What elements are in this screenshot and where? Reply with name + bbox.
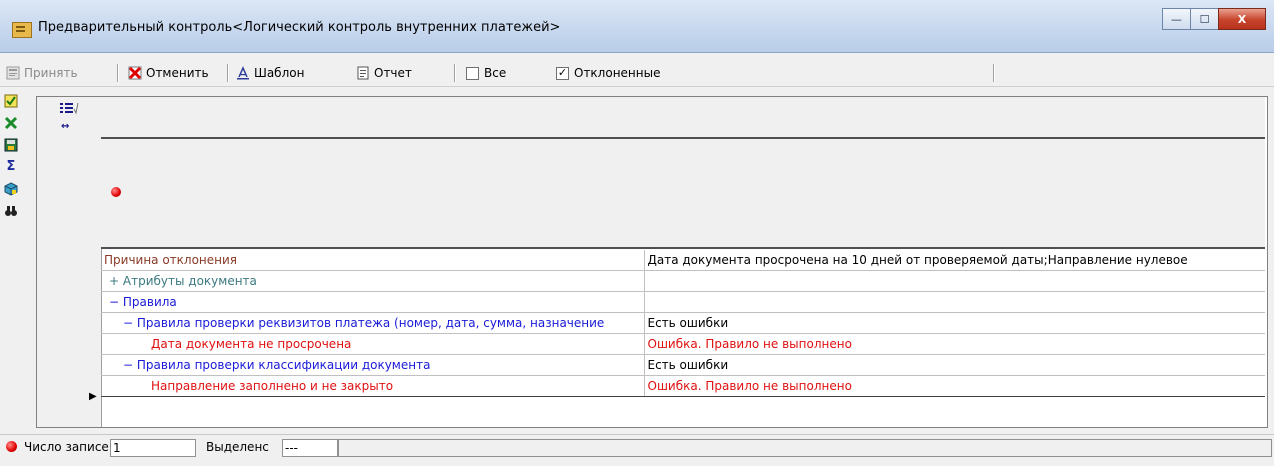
rejected-checkbox-box[interactable]: ✓: [556, 66, 569, 80]
collapse-icon[interactable]: −: [109, 295, 123, 309]
all-checkbox[interactable]: Все: [466, 64, 506, 82]
row-label: Дата документа не просрочена: [101, 333, 645, 355]
table-row-selected[interactable]: Направление заполнено и не закрыто Ошибк…: [101, 375, 1265, 397]
table-row[interactable]: Причина отклонения Дата документа просро…: [101, 250, 1265, 271]
row-label-cell: − Правила проверки реквизитов платежа (н…: [101, 312, 645, 334]
accept-label: Принять: [24, 66, 78, 80]
table-row[interactable]: + Атрибуты документа: [101, 270, 1265, 292]
accept-icon: [6, 66, 20, 80]
red-x-icon: [128, 66, 142, 80]
expand-icon[interactable]: +: [109, 274, 123, 288]
title-bar: Предварительный контроль<Логический конт…: [0, 0, 1274, 53]
close-icon: X: [1237, 12, 1247, 26]
expand-columns-icon[interactable]: ↔: [61, 121, 69, 132]
status-error-icon: [6, 441, 17, 452]
grid-panel: ↔ Причина отклонения Дата документа прос…: [36, 96, 1268, 428]
report-button[interactable]: Отчет: [356, 64, 412, 82]
table-row[interactable]: − Правила: [101, 291, 1265, 313]
toolbar: Принять Отменить Шаблон Отчет Все ✓ Откл…: [0, 60, 1274, 87]
save-icon[interactable]: [4, 138, 18, 152]
records-label: Число записе: [22, 439, 111, 455]
row-value: Есть ошибки: [644, 312, 1265, 334]
row-label: Направление заполнено и не закрыто: [101, 375, 645, 397]
table-row[interactable]: − Правила проверки реквизитов платежа (н…: [101, 312, 1265, 334]
check-list-icon[interactable]: [4, 94, 18, 108]
indicator-area: [101, 139, 1265, 249]
side-toolbar: Σ: [4, 94, 20, 226]
app-icon: [12, 22, 32, 38]
error-status-icon: [111, 187, 121, 197]
accept-button[interactable]: Принять: [6, 64, 78, 82]
column-chooser-icon[interactable]: [59, 101, 79, 118]
report-icon: [356, 66, 370, 80]
current-row-arrow-icon: ▶: [89, 391, 97, 402]
status-message-panel: [338, 439, 1272, 457]
row-value: Есть ошибки: [644, 354, 1265, 376]
toolbar-separator: [993, 64, 995, 82]
minimize-button[interactable]: —: [1162, 8, 1191, 30]
cancel-button[interactable]: Отменить: [128, 64, 209, 82]
row-label: Правила проверки классификации документа: [136, 358, 431, 372]
excel-icon[interactable]: [4, 116, 18, 130]
template-button[interactable]: Шаблон: [236, 64, 304, 82]
row-indicator-column: ↔: [37, 97, 102, 427]
template-label: Шаблон: [254, 66, 305, 80]
row-value: Дата документа просрочена на 10 дней от …: [644, 250, 1265, 271]
row-value: Ошибка. Правило не выполнено: [644, 375, 1265, 397]
header-area: [101, 97, 1265, 139]
window-title: Предварительный контроль<Логический конт…: [38, 20, 561, 35]
row-label: Причина отклонения: [101, 250, 645, 271]
close-button[interactable]: X: [1218, 8, 1266, 30]
all-label: Все: [484, 66, 507, 80]
cube-icon[interactable]: [4, 182, 18, 196]
row-value: [644, 270, 1265, 292]
toolbar-separator: [227, 64, 229, 82]
rejected-label: Отклоненные: [574, 66, 661, 80]
row-label-cell: − Правила: [101, 291, 645, 313]
toolbar-separator: [117, 64, 119, 82]
row-label: Правила проверки реквизитов платежа (ном…: [136, 316, 605, 330]
cancel-label: Отменить: [146, 66, 209, 80]
selected-value: ---: [282, 439, 338, 457]
row-label-cell: + Атрибуты документа: [101, 270, 645, 292]
rejected-checkbox[interactable]: ✓ Отклоненные: [556, 64, 660, 82]
table-row[interactable]: Дата документа не просрочена Ошибка. Пра…: [101, 333, 1265, 355]
collapse-icon[interactable]: −: [123, 358, 137, 372]
table-row[interactable]: − Правила проверки классификации докумен…: [101, 354, 1265, 376]
maximize-button[interactable]: ☐: [1190, 8, 1219, 30]
maximize-icon: ☐: [1199, 12, 1210, 26]
records-count: 1: [110, 439, 196, 457]
sum-icon[interactable]: Σ: [4, 160, 18, 174]
all-checkbox-box[interactable]: [466, 66, 479, 80]
row-label: Атрибуты документа: [122, 274, 257, 288]
row-value: [644, 291, 1265, 313]
binoculars-icon[interactable]: [4, 204, 18, 218]
minimize-icon: —: [1171, 12, 1182, 26]
selected-label: Выделенс: [204, 439, 271, 455]
collapse-icon[interactable]: −: [123, 316, 137, 330]
row-value: Ошибка. Правило не выполнено: [644, 333, 1265, 355]
row-label-cell: − Правила проверки классификации докумен…: [101, 354, 645, 376]
toolbar-separator: [454, 64, 456, 82]
status-bar: Число записе 1 Выделенс ---: [0, 434, 1274, 459]
row-label: Правила: [122, 295, 177, 309]
template-icon: [236, 66, 250, 80]
details-table: Причина отклонения Дата документа просро…: [101, 250, 1265, 397]
report-label: Отчет: [374, 66, 412, 80]
